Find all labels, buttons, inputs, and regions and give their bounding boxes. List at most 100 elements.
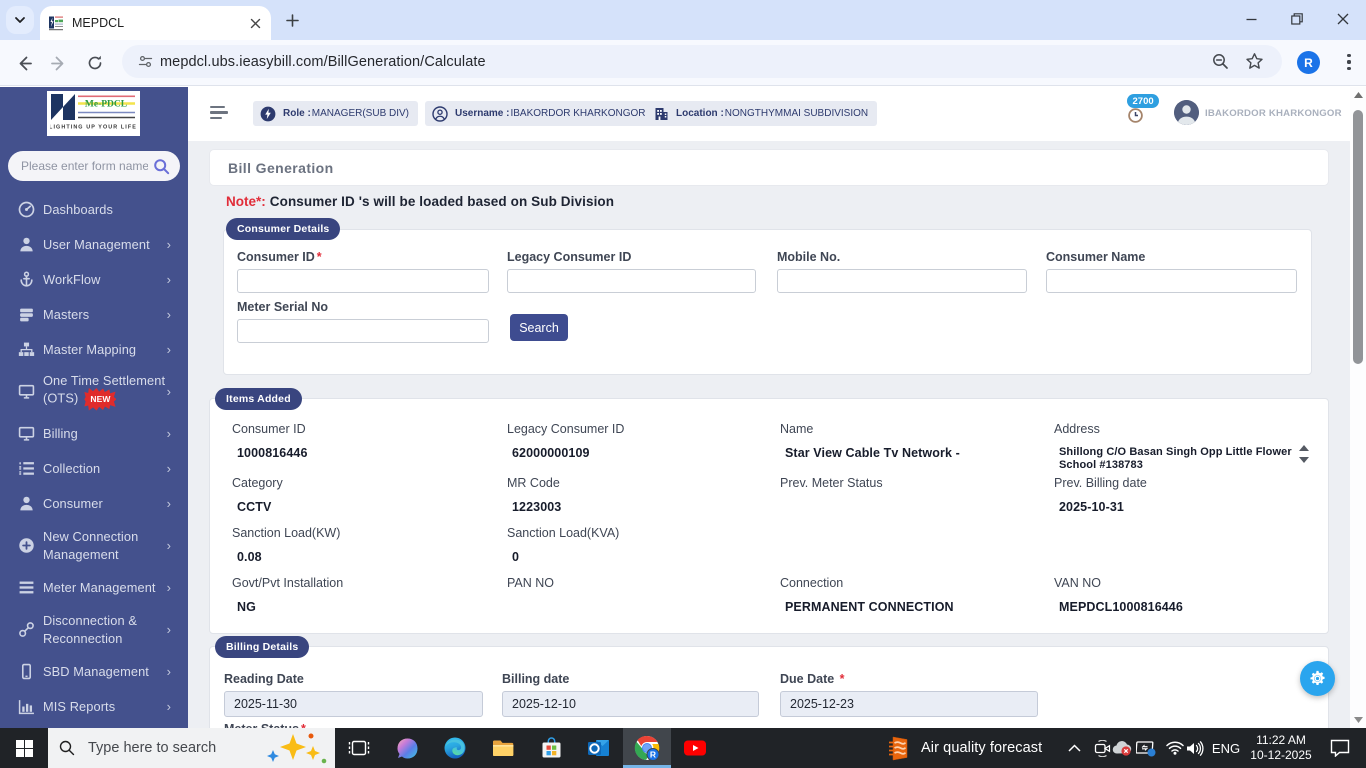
consumer-name-input[interactable] — [1046, 269, 1297, 293]
username-pill: Username :IBAKORDOR KHARKONGOR — [425, 101, 655, 126]
meter-serial-no-input[interactable] — [237, 319, 489, 343]
chevron-right-icon: › — [167, 699, 171, 714]
tray-wifi-icon[interactable] — [1166, 728, 1184, 768]
window-restore-button[interactable] — [1274, 0, 1320, 38]
svg-text:LIGHTING UP YOUR LIFE: LIGHTING UP YOUR LIFE — [50, 125, 137, 131]
sidebar-item-new-connection-management[interactable]: New Connection Management› — [0, 521, 188, 570]
layers-icon — [18, 306, 35, 323]
items-added-badge: Items Added — [215, 388, 302, 410]
item-label: Connection — [780, 576, 843, 590]
forward-button[interactable] — [43, 48, 73, 78]
app-logo: Me-PDCL LIGHTING UP YOUR LIFE — [47, 91, 140, 136]
billing-date-input[interactable] — [502, 691, 759, 717]
chevron-right-icon: › — [167, 580, 171, 595]
sidebar-item-disconnection-reconnection[interactable]: Disconnection & Reconnection› — [0, 605, 188, 654]
search-icon — [59, 740, 75, 756]
address-scroll-spinner[interactable] — [1299, 443, 1311, 465]
edge-icon[interactable] — [431, 728, 479, 768]
tray-cast-icon[interactable] — [1136, 728, 1156, 768]
task-view-button[interactable] — [335, 728, 383, 768]
taskbar-search[interactable]: Type here to search — [48, 728, 335, 768]
tray-clock[interactable]: 11:22 AM 10-12-2025 — [1244, 728, 1318, 768]
sidebar-item-dashboards[interactable]: Dashboards — [0, 192, 188, 227]
sidebar-item-label: Master Mapping — [43, 341, 169, 359]
tray-onedrive-error-icon[interactable] — [1112, 728, 1132, 768]
sidebar-item-workflow[interactable]: WorkFlow› — [0, 262, 188, 297]
sidebar-item-master-mapping[interactable]: Master Mapping› — [0, 332, 188, 367]
header-username: IBAKORDOR KHARKONGOR — [1205, 108, 1342, 119]
youtube-icon[interactable] — [671, 728, 719, 768]
username-icon — [432, 106, 448, 122]
sidebar-item-label: Dashboards — [43, 201, 169, 219]
microsoft-store-icon[interactable] — [527, 728, 575, 768]
back-button[interactable] — [9, 48, 39, 78]
sidebar-item-billing[interactable]: Billing› — [0, 416, 188, 451]
sidebar-item-user-management[interactable]: User Management› — [0, 227, 188, 262]
tab-close-icon[interactable] — [247, 15, 263, 31]
tray-meet-now-icon[interactable] — [1094, 728, 1111, 768]
sidebar-item-label: Consumer — [43, 495, 169, 513]
item-value-address[interactable]: Shillong C/O Basan Singh Opp Little Flow… — [1059, 446, 1297, 468]
file-explorer-icon[interactable] — [479, 728, 527, 768]
address-bar[interactable]: mepdcl.ubs.ieasybill.com/BillGeneration/… — [122, 45, 1282, 78]
zoom-indicator-icon[interactable] — [1211, 52, 1230, 71]
chevron-right-icon: › — [167, 237, 171, 252]
tab-list-chevron-button[interactable] — [6, 6, 34, 34]
field-label: Billing date — [502, 672, 569, 686]
item-value: 1000816446 — [237, 446, 308, 460]
browser-scrollbar[interactable] — [1350, 87, 1366, 728]
item-value: 2025-10-31 — [1059, 500, 1124, 514]
chrome-icon-active[interactable]: R — [623, 728, 671, 768]
window-minimize-button[interactable] — [1228, 0, 1274, 38]
sidebar-item-consumer[interactable]: Consumer› — [0, 486, 188, 521]
tray-chevron-up-icon[interactable] — [1068, 728, 1081, 768]
legacy-consumer-id-input[interactable] — [507, 269, 756, 293]
consumer-id-input[interactable] — [237, 269, 489, 293]
sidebar-item-sbd-management[interactable]: SBD Management› — [0, 654, 188, 689]
tray-language[interactable]: ENG — [1208, 728, 1244, 768]
sidebar-item-masters[interactable]: Masters› — [0, 297, 188, 332]
tray-volume-icon[interactable] — [1186, 728, 1204, 768]
mobile-icon — [18, 663, 35, 680]
user-avatar[interactable] — [1174, 100, 1199, 125]
due-date-input[interactable] — [780, 691, 1038, 717]
session-timer[interactable]: 2700 — [1125, 94, 1155, 134]
reading-date-input[interactable] — [224, 691, 483, 717]
sidebar-item-meter-management[interactable]: Meter Management› — [0, 570, 188, 605]
outlook-icon[interactable] — [575, 728, 623, 768]
scrollbar-thumb[interactable] — [1353, 110, 1363, 364]
chevron-right-icon: › — [167, 496, 171, 511]
scrollbar-up-arrow[interactable] — [1350, 87, 1366, 103]
item-value: 1223003 — [512, 500, 561, 514]
sidebar-item-one-time-settlement-ots[interactable]: One Time Settlement (OTS)NEW› — [0, 367, 188, 416]
browser-menu-icon[interactable] — [1340, 51, 1358, 73]
mobile-no-input[interactable] — [777, 269, 1027, 293]
sidebar-item-collection[interactable]: Collection› — [0, 451, 188, 486]
taskbar-weather-widget[interactable]: Air quality forecast — [888, 728, 1042, 768]
menu-toggle-icon[interactable] — [210, 106, 230, 120]
item-value: 0 — [512, 550, 519, 564]
sidebar-item-label: New Connection Management — [43, 528, 169, 563]
sidebar-search-input[interactable] — [21, 159, 148, 173]
sidebar-search[interactable] — [8, 151, 180, 181]
settings-fab[interactable] — [1300, 661, 1335, 696]
start-button[interactable] — [0, 728, 48, 768]
item-label: Prev. Meter Status — [780, 476, 883, 490]
new-tab-button[interactable] — [281, 9, 303, 31]
site-settings-icon[interactable] — [132, 49, 158, 75]
chevron-right-icon: › — [167, 272, 171, 287]
user-icon — [18, 495, 35, 512]
search-button[interactable]: Search — [510, 314, 568, 341]
action-center-icon[interactable] — [1320, 728, 1360, 768]
item-label: Address — [1054, 422, 1100, 436]
tab-title: MEPDCL — [72, 16, 247, 30]
sidebar-item-mis-reports[interactable]: MIS Reports› — [0, 689, 188, 724]
reload-button[interactable] — [80, 48, 110, 78]
bookmark-star-icon[interactable] — [1245, 52, 1264, 71]
note-label: Note*: — [226, 194, 266, 209]
copilot-icon[interactable] — [383, 728, 431, 768]
scrollbar-down-arrow[interactable] — [1350, 712, 1366, 728]
browser-profile-avatar[interactable]: R — [1297, 51, 1320, 74]
browser-tab[interactable]: MEPDCL — [40, 6, 271, 40]
window-close-button[interactable] — [1320, 0, 1366, 38]
